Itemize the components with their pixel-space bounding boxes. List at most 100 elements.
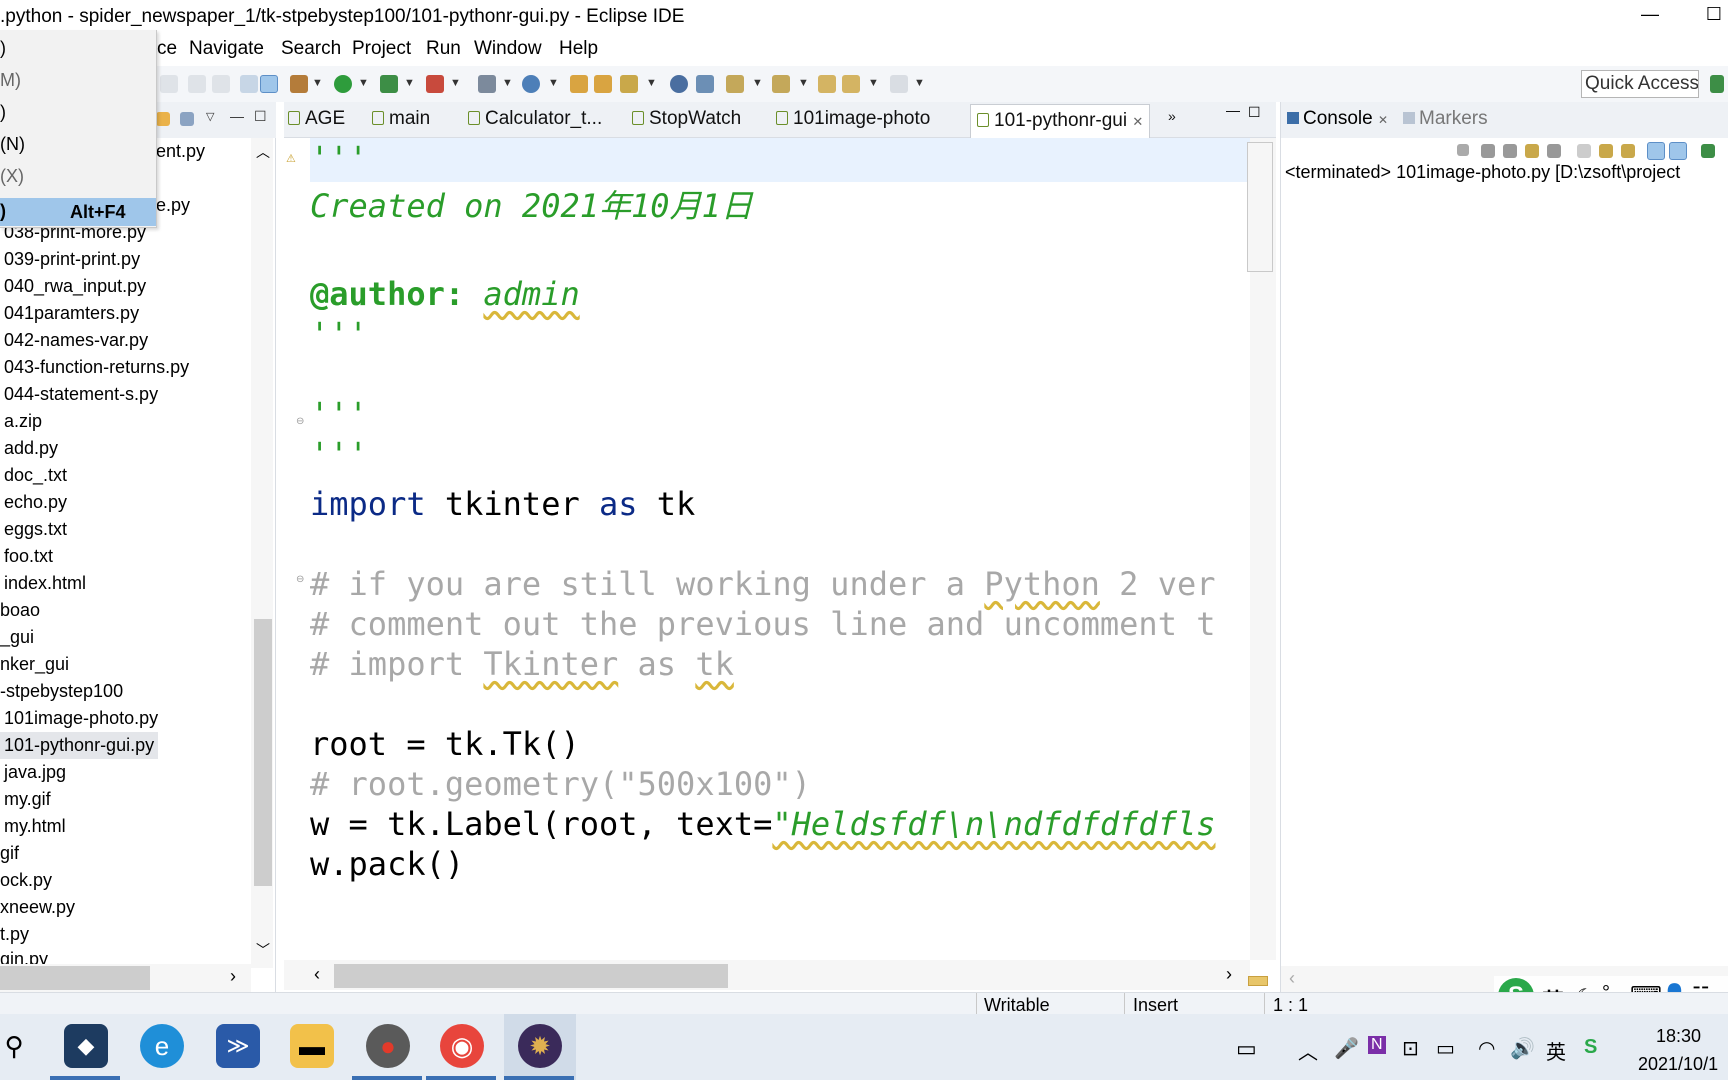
tree-item[interactable]: 042-names-var.py (4, 327, 148, 354)
microphone-icon[interactable]: 🎤 (1334, 1036, 1359, 1061)
scroll-lock-icon[interactable] (1547, 144, 1561, 158)
sogou-tray-icon[interactable]: S (1584, 1036, 1597, 1059)
tab-overflow[interactable]: » (1168, 108, 1176, 136)
menu-window[interactable]: Window (474, 38, 542, 60)
globe-icon[interactable] (670, 75, 688, 93)
remove-launch-icon[interactable] (1481, 144, 1495, 158)
pin-console-icon[interactable] (1525, 144, 1539, 158)
tree-item[interactable]: add.py (4, 435, 58, 462)
chevron-down-icon[interactable]: ▼ (798, 77, 809, 89)
tab-101image-photo[interactable]: 101image-photo (776, 108, 930, 136)
chevron-down-icon[interactable]: ▼ (914, 77, 925, 89)
maximize-view-icon[interactable]: ☐ (1248, 104, 1261, 121)
debug-icon[interactable] (290, 75, 308, 93)
show-stderr-icon[interactable] (1647, 142, 1665, 160)
tab-console[interactable]: Console ✕ (1287, 108, 1388, 130)
tree-item[interactable]: xneew.py (0, 894, 75, 921)
explorer-scroll-thumb[interactable] (254, 619, 272, 886)
menu-entry[interactable]: ) (0, 38, 6, 59)
tree-item[interactable]: java.jpg (4, 759, 66, 786)
perspective-icon[interactable] (1710, 75, 1724, 93)
tree-item[interactable]: 041paramters.py (4, 300, 139, 327)
coverage-icon[interactable] (380, 75, 398, 93)
menu-entry[interactable]: (X) (0, 166, 24, 187)
tree-item[interactable]: foo.txt (4, 543, 53, 570)
tree-folder[interactable]: _gui (0, 624, 34, 651)
volume-icon[interactable]: 🔊 (1510, 1036, 1535, 1061)
view-menu-icon[interactable]: ▽ (206, 110, 214, 123)
chevron-down-icon[interactable]: ▼ (646, 77, 657, 89)
scroll-right-icon[interactable]: › (1226, 964, 1232, 985)
menu-entry[interactable]: (N) (0, 134, 25, 155)
code-text-area[interactable]: ⚠ ''' Created on 2021年10月1日 @author: adm… (284, 138, 1250, 960)
explorer-hscroll-thumb[interactable] (0, 966, 150, 990)
scroll-right-icon[interactable]: › (230, 966, 236, 987)
display-console-icon[interactable] (1669, 142, 1687, 160)
tree-item[interactable]: my.html (4, 813, 66, 840)
search-icon[interactable]: ⚲ (0, 1024, 36, 1068)
edge-browser-icon[interactable]: e (140, 1024, 184, 1068)
wifi-icon[interactable]: ◠ (1478, 1036, 1495, 1061)
tree-item[interactable]: ock.py (0, 867, 52, 894)
tab-main[interactable]: main (372, 108, 430, 136)
toggle-mark-icon[interactable] (240, 75, 258, 93)
display-icon[interactable]: ⊡ (1402, 1036, 1419, 1061)
forward-icon[interactable] (890, 75, 908, 93)
tab-calculator[interactable]: Calculator_t... (468, 108, 602, 136)
run-icon[interactable] (334, 75, 352, 93)
chevron-down-icon[interactable]: ▼ (358, 77, 369, 89)
tab-101-pythonr-gui[interactable]: 101-pythonr-gui ✕ (970, 104, 1150, 138)
tree-item[interactable]: a.zip (4, 408, 42, 435)
minimize-button[interactable]: — (1636, 4, 1664, 28)
scroll-left-icon[interactable]: ‹ (1289, 968, 1295, 989)
chrome-browser-icon[interactable]: ◉ (440, 1024, 484, 1068)
close-icon[interactable]: ✕ (1378, 113, 1388, 127)
word-wrap-icon[interactable] (1599, 144, 1613, 158)
tree-item[interactable]: gin.py (0, 948, 48, 964)
open-type-icon[interactable] (594, 75, 612, 93)
tree-item[interactable]: doc_.txt (4, 462, 67, 489)
tree-item-selected[interactable]: 101-pythonr-gui.py (0, 732, 158, 759)
chevron-down-icon[interactable]: ▼ (450, 77, 461, 89)
tab-markers[interactable]: Markers (1403, 108, 1488, 130)
menu-navigate[interactable]: Navigate (189, 38, 264, 60)
filter-icon[interactable] (212, 75, 230, 93)
clock-time[interactable]: 18:30 (1656, 1026, 1701, 1047)
fold-icon[interactable]: ⊖ (296, 574, 304, 585)
annotation-icon[interactable] (696, 75, 714, 93)
remove-all-icon[interactable] (1503, 144, 1517, 158)
collapse-all-icon[interactable] (156, 112, 170, 126)
tab-age[interactable]: AGE (288, 108, 345, 136)
chevron-down-icon[interactable]: ▼ (312, 77, 323, 89)
back-icon[interactable] (842, 75, 860, 93)
menu-help[interactable]: Help (559, 38, 598, 60)
tree-folder[interactable]: -stpebystep100 (0, 678, 123, 705)
tree-item[interactable]: my.gif (4, 786, 51, 813)
tree-item[interactable]: ent.py (156, 138, 205, 165)
show-stdout-icon[interactable] (1621, 144, 1635, 158)
new-module-icon[interactable] (522, 75, 540, 93)
menu-resource[interactable]: ce (157, 38, 177, 60)
maximize-view-icon[interactable]: ☐ (254, 108, 267, 125)
chevron-down-icon[interactable]: ▼ (404, 77, 415, 89)
open-folder-icon[interactable] (570, 75, 588, 93)
tab-stopwatch[interactable]: StopWatch (632, 108, 741, 136)
chevron-down-icon[interactable]: ▼ (752, 77, 763, 89)
tree-item[interactable]: index.html (4, 570, 86, 597)
chevron-down-icon[interactable]: ▼ (502, 77, 513, 89)
tree-item[interactable]: t.py (0, 921, 29, 948)
chevron-up-icon[interactable]: ︿ (1298, 1036, 1318, 1065)
menu-entry[interactable]: ) (0, 102, 6, 123)
onenote-icon[interactable]: N (1368, 1036, 1386, 1054)
editor-scroll-thumb[interactable] (1247, 142, 1273, 272)
powershell-icon[interactable]: ≫ (216, 1024, 260, 1068)
tree-item[interactable]: 039-print-print.py (4, 246, 140, 273)
next-annotation-icon[interactable] (726, 75, 744, 93)
scroll-left-icon[interactable]: ‹ (314, 964, 320, 985)
menu-run[interactable]: Run (426, 38, 461, 60)
tree-item[interactable]: echo.py (4, 489, 67, 516)
battery-icon[interactable]: ▭ (1436, 1036, 1455, 1061)
undo-icon[interactable] (160, 75, 178, 93)
tree-item[interactable]: eggs.txt (4, 516, 67, 543)
minimize-view-icon[interactable]: — (230, 108, 244, 124)
